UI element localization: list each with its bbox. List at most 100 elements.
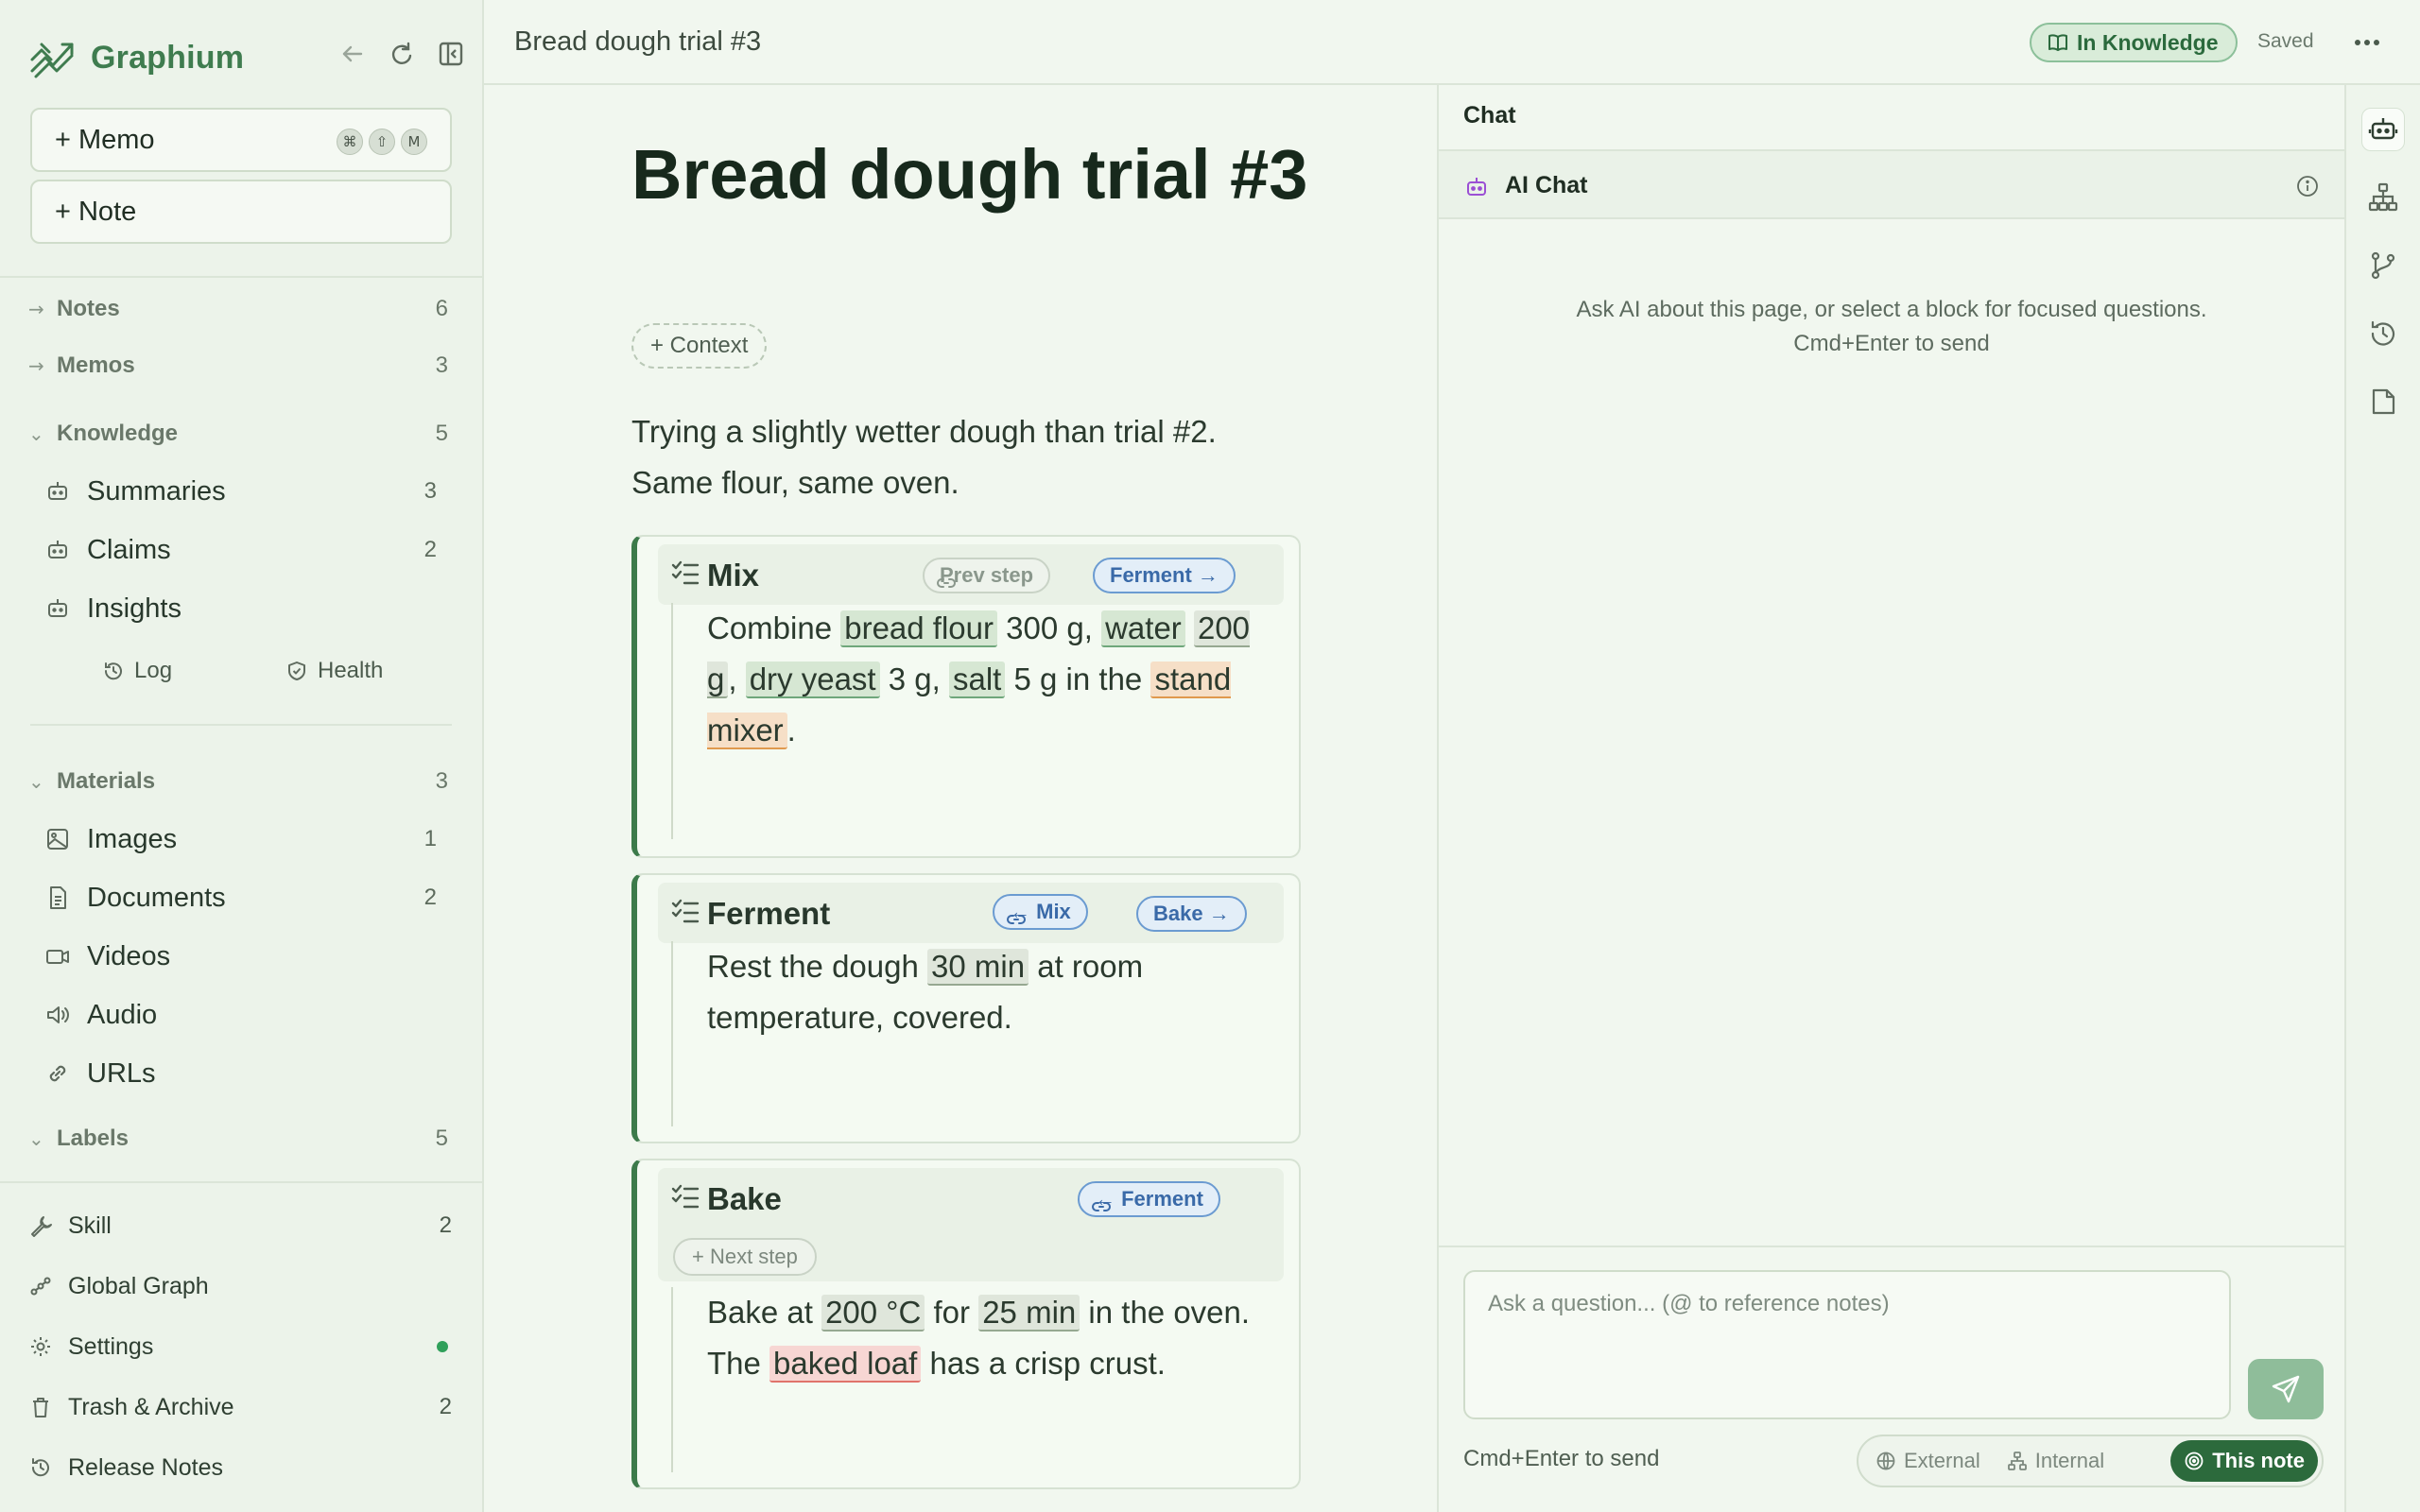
checklist-icon	[671, 899, 700, 923]
knowledge-log-link[interactable]: Log	[102, 652, 172, 690]
text: 3 g,	[879, 662, 949, 696]
image-icon	[47, 829, 68, 850]
link-icon	[937, 578, 956, 588]
entity-tag[interactable]: dry yeast	[745, 662, 880, 698]
step-block-bake[interactable]: Bake ← Ferment + Next step Bake at 200 °…	[631, 1159, 1301, 1489]
sidebar-item-label: Insights	[87, 593, 182, 624]
quantity-tag[interactable]: 30 min	[927, 949, 1029, 986]
step-block-mix[interactable]: Mix Prev step Ferment → Combine bread fl…	[631, 535, 1301, 858]
footer-label: Trash & Archive	[68, 1393, 234, 1420]
entity-tag[interactable]: bread flour	[840, 610, 997, 647]
text: Combine	[707, 610, 841, 645]
tab-ai-chat[interactable]: AI Chat	[1505, 172, 1588, 199]
sidebar-skill[interactable]: Skill 2	[28, 1207, 456, 1245]
step-title: Ferment	[707, 896, 831, 931]
refresh-icon[interactable]	[388, 40, 416, 68]
hint-line: Cmd+Enter to send	[1793, 331, 1990, 356]
new-note-button[interactable]: + Note	[30, 180, 452, 244]
new-memo-button[interactable]: + Memo ⌘ ⇧ M	[30, 108, 452, 172]
section-materials[interactable]: ⌄ Materials 3	[28, 763, 454, 800]
rail-ai-chat[interactable]	[2361, 108, 2405, 151]
send-button[interactable]	[2248, 1359, 2324, 1419]
globe-icon	[1876, 1452, 1895, 1470]
brand[interactable]: Graphium	[28, 32, 244, 83]
step-header: Bake ← Ferment + Next step	[658, 1168, 1284, 1281]
page-title[interactable]: Bread dough trial #3	[631, 132, 1312, 217]
sidebar-item-label: Videos	[87, 940, 171, 971]
shield-check-icon	[288, 662, 305, 680]
sidebar-item-label: Images	[87, 823, 178, 854]
sidebar-settings[interactable]: Settings	[28, 1328, 456, 1366]
scope-internal[interactable]: Internal	[1994, 1440, 2118, 1482]
chat-empty-hint: Ask AI about this page, or select a bloc…	[1439, 293, 2344, 361]
rail-branches[interactable]	[2361, 244, 2405, 287]
step-header: Ferment ← Mix Bake →	[658, 883, 1284, 943]
info-icon[interactable]	[2295, 174, 2320, 198]
sidebar-item-summaries[interactable]: Summaries 3	[43, 469, 450, 514]
footer-label: Release Notes	[68, 1453, 223, 1481]
section-knowledge[interactable]: ⌄ Knowledge 5	[28, 415, 454, 453]
chat-tab-bar: AI Chat	[1439, 149, 2344, 219]
scope-this-note[interactable]: This note	[2170, 1440, 2318, 1482]
sidebar-item-label: URLs	[87, 1057, 156, 1089]
right-rail	[2346, 85, 2420, 1512]
section-label: Knowledge	[57, 421, 179, 446]
quantity-tag[interactable]: 200 °C	[821, 1295, 925, 1332]
prev-step-link[interactable]: Prev step	[923, 558, 1051, 593]
more-options-icon[interactable]	[2348, 28, 2386, 57]
scope-external[interactable]: External	[1862, 1440, 1994, 1482]
entity-tag[interactable]: salt	[948, 662, 1006, 698]
add-context-button[interactable]: + Context	[631, 323, 768, 369]
sidebar-item-count: 1	[424, 826, 437, 851]
step-content[interactable]: Rest the dough 30 min at room temperatur…	[671, 941, 1276, 1126]
checklist-icon	[671, 560, 700, 585]
sidebar-item-videos[interactable]: Videos	[43, 934, 450, 979]
sidebar-release-notes[interactable]: Release Notes	[28, 1449, 456, 1486]
rail-page[interactable]	[2361, 380, 2405, 423]
collapse-sidebar-icon[interactable]	[437, 40, 465, 68]
sidebar-trash-archive[interactable]: Trash & Archive 2	[28, 1388, 456, 1426]
chat-panel: Chat AI Chat Ask AI about this page, or …	[1437, 85, 2346, 1512]
section-count: 6	[435, 296, 448, 321]
section-memos[interactable]: → Memos 3	[28, 347, 454, 385]
next-step-link[interactable]: Bake →	[1136, 896, 1247, 932]
prev-step-link[interactable]: ← Mix	[993, 894, 1088, 930]
editor: Bread dough trial #3 + Context Trying a …	[484, 85, 1439, 1512]
sidebar-item-claims[interactable]: Claims 2	[43, 527, 450, 573]
output-tag[interactable]: baked loaf	[769, 1346, 922, 1383]
section-labels[interactable]: ⌄ Labels 5	[28, 1120, 454, 1158]
prev-step-link[interactable]: ← Ferment	[1078, 1181, 1220, 1217]
rail-history[interactable]	[2361, 312, 2405, 355]
step-content[interactable]: Bake at 200 °C for 25 min in the oven. T…	[671, 1287, 1276, 1472]
checklist-icon	[671, 1184, 700, 1209]
sidebar-global-graph[interactable]: Global Graph	[28, 1267, 456, 1305]
save-status: Saved	[2257, 30, 2314, 52]
rail-structure[interactable]	[2361, 176, 2405, 219]
chat-input[interactable]: Ask a question... (@ to reference notes)	[1463, 1270, 2231, 1419]
next-step-link[interactable]: Ferment →	[1093, 558, 1236, 593]
sidebar-item-count: 3	[424, 478, 437, 504]
section-label: Memos	[57, 352, 135, 378]
step-block-ferment[interactable]: Ferment ← Mix Bake → Rest the dough 30 m…	[631, 873, 1301, 1143]
sidebar-item-documents[interactable]: Documents 2	[43, 875, 450, 920]
sidebar-item-audio[interactable]: Audio	[43, 992, 450, 1038]
document-icon	[50, 886, 66, 909]
entity-tag[interactable]: water	[1101, 610, 1185, 647]
section-notes[interactable]: → Notes 6	[28, 290, 454, 328]
sidebar-item-urls[interactable]: URLs	[43, 1051, 450, 1096]
sidebar-item-label: Audio	[87, 999, 158, 1030]
scope-label: This note	[2212, 1449, 2305, 1472]
link-label: Ferment →	[1110, 563, 1219, 587]
add-next-step-button[interactable]: + Next step	[673, 1238, 817, 1276]
sidebar-item-insights[interactable]: Insights	[43, 586, 450, 631]
step-content[interactable]: Combine bread flour 300 g, water 200 g, …	[671, 603, 1276, 839]
in-knowledge-badge[interactable]: In Knowledge	[2030, 23, 2238, 62]
sidebar: Graphium + Memo ⌘ ⇧ M + Note → Notes 6 →…	[0, 0, 484, 1512]
quantity-tag[interactable]: 25 min	[978, 1295, 1080, 1332]
intro-paragraph[interactable]: Trying a slightly wetter dough than tria…	[631, 406, 1293, 508]
chevron-down-icon: ⌄	[28, 1127, 44, 1150]
back-arrow-icon[interactable]	[338, 40, 367, 68]
sidebar-item-count: 2	[424, 885, 437, 910]
sidebar-item-images[interactable]: Images 1	[43, 816, 450, 862]
knowledge-health-link[interactable]: Health	[285, 652, 383, 690]
